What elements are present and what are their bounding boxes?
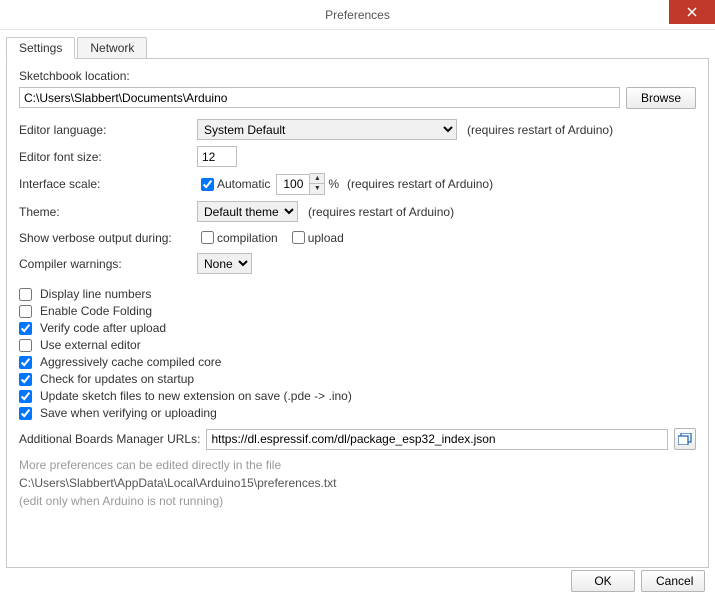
verbose-compilation-label: compilation xyxy=(217,231,278,245)
scale-spinner[interactable]: ▲▼ xyxy=(310,173,325,195)
expand-urls-button[interactable] xyxy=(674,428,696,450)
verbose-compilation-checkbox[interactable] xyxy=(201,231,214,244)
prefs-path: C:\Users\Slabbert\AppData\Local\Arduino1… xyxy=(19,476,696,490)
chevron-down-icon: ▼ xyxy=(310,184,324,194)
scale-value-input[interactable] xyxy=(276,174,310,195)
external-editor-label: Use external editor xyxy=(40,338,141,352)
scale-percent: % xyxy=(328,177,339,191)
external-editor-checkbox[interactable] xyxy=(19,339,32,352)
edit-only-note: (edit only when Arduino is not running) xyxy=(19,494,696,508)
save-verify-checkbox[interactable] xyxy=(19,407,32,420)
theme-label: Theme: xyxy=(19,205,197,219)
tab-network[interactable]: Network xyxy=(77,37,147,59)
close-button[interactable] xyxy=(669,0,715,24)
display-line-numbers-label: Display line numbers xyxy=(40,287,151,301)
scale-restart-note: (requires restart of Arduino) xyxy=(347,177,493,191)
chevron-up-icon: ▲ xyxy=(310,174,324,184)
window-icon xyxy=(678,433,692,445)
verbose-upload-checkbox[interactable] xyxy=(292,231,305,244)
language-select[interactable]: System Default xyxy=(197,119,457,140)
language-label: Editor language: xyxy=(19,123,197,137)
fontsize-label: Editor font size: xyxy=(19,150,197,164)
update-extension-checkbox[interactable] xyxy=(19,390,32,403)
update-extension-label: Update sketch files to new extension on … xyxy=(40,389,352,403)
tabs: Settings Network xyxy=(6,36,715,58)
scale-automatic-checkbox[interactable] xyxy=(201,178,214,191)
cancel-button[interactable]: Cancel xyxy=(641,570,705,592)
sketchbook-path-input[interactable] xyxy=(19,87,620,108)
verbose-upload-label: upload xyxy=(308,231,344,245)
cache-core-checkbox[interactable] xyxy=(19,356,32,369)
ok-button[interactable]: OK xyxy=(571,570,635,592)
boards-urls-input[interactable] xyxy=(206,429,668,450)
save-verify-label: Save when verifying or uploading xyxy=(40,406,217,420)
enable-code-folding-checkbox[interactable] xyxy=(19,305,32,318)
verify-after-upload-checkbox[interactable] xyxy=(19,322,32,335)
dialog-footer: OK Cancel xyxy=(571,570,705,592)
tab-settings[interactable]: Settings xyxy=(6,37,75,59)
titlebar: Preferences xyxy=(0,0,715,30)
language-restart-note: (requires restart of Arduino) xyxy=(467,123,613,137)
scale-label: Interface scale: xyxy=(19,177,197,191)
check-updates-label: Check for updates on startup xyxy=(40,372,194,386)
check-updates-checkbox[interactable] xyxy=(19,373,32,386)
verify-after-upload-label: Verify code after upload xyxy=(40,321,166,335)
theme-select[interactable]: Default theme xyxy=(197,201,298,222)
enable-code-folding-label: Enable Code Folding xyxy=(40,304,152,318)
display-line-numbers-checkbox[interactable] xyxy=(19,288,32,301)
theme-restart-note: (requires restart of Arduino) xyxy=(308,205,454,219)
urls-label: Additional Boards Manager URLs: xyxy=(19,432,200,446)
cache-core-label: Aggressively cache compiled core xyxy=(40,355,221,369)
verbose-label: Show verbose output during: xyxy=(19,231,197,245)
more-prefs-note: More preferences can be edited directly … xyxy=(19,458,696,472)
sketchbook-label: Sketchbook location: xyxy=(19,69,696,83)
browse-button[interactable]: Browse xyxy=(626,87,696,109)
scale-automatic-label: Automatic xyxy=(217,177,270,191)
warnings-label: Compiler warnings: xyxy=(19,257,197,271)
close-icon xyxy=(687,7,697,17)
window-title: Preferences xyxy=(325,8,390,22)
fontsize-input[interactable] xyxy=(197,146,237,167)
settings-panel: Sketchbook location: Browse Editor langu… xyxy=(6,58,709,568)
warnings-select[interactable]: None xyxy=(197,253,252,274)
